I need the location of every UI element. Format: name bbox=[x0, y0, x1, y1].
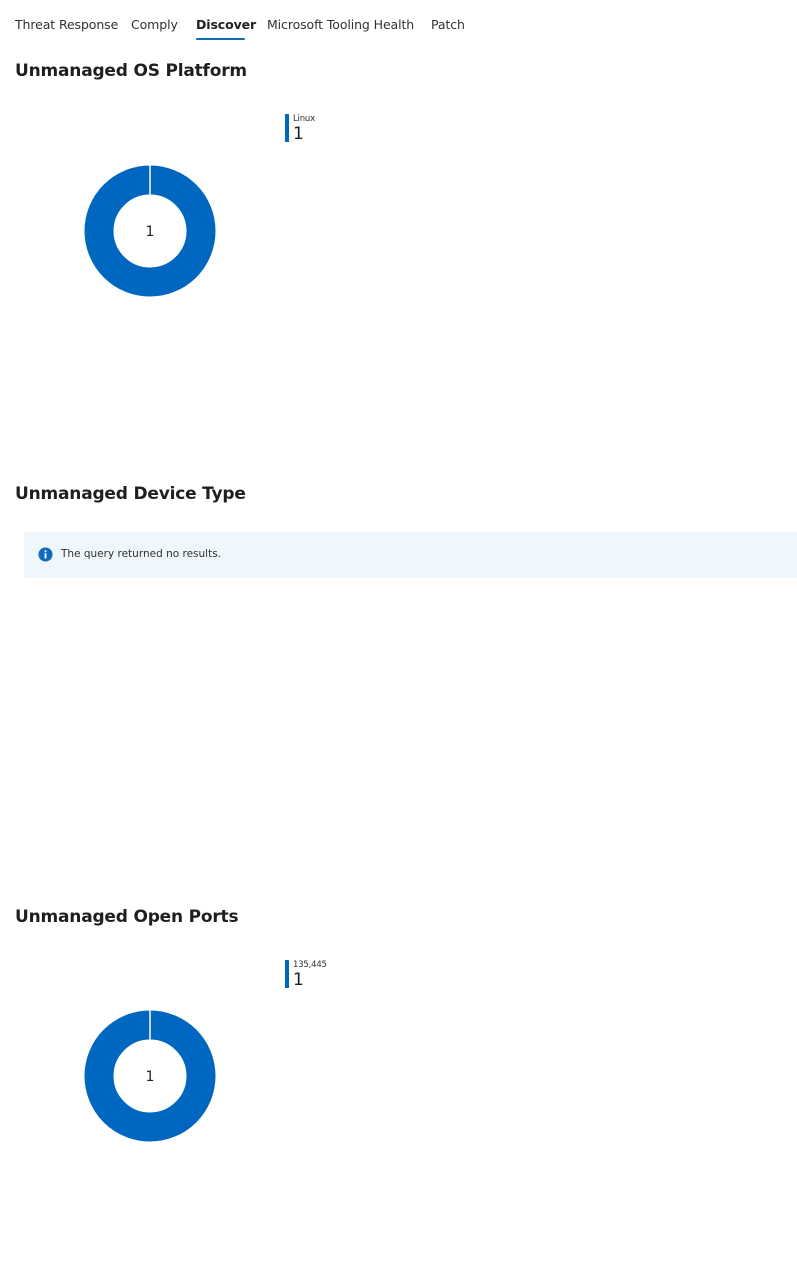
no-results-message-text: The query returned no results. bbox=[61, 548, 222, 560]
os-platform-legend-swatch bbox=[285, 114, 289, 142]
tab-patch[interactable]: Patch bbox=[431, 17, 465, 32]
os-platform-donut-chart: 1 bbox=[84, 165, 216, 297]
open-ports-title: Unmanaged Open Ports bbox=[15, 907, 239, 927]
os-platform-donut-center-label: 1 bbox=[146, 224, 155, 240]
tab-microsoft-tooling-health[interactable]: Microsoft Tooling Health bbox=[267, 17, 414, 32]
no-results-message-bar: The query returned no results. bbox=[24, 532, 797, 578]
tab-comply[interactable]: Comply bbox=[131, 17, 178, 32]
info-icon bbox=[38, 547, 53, 562]
tab-threat-response[interactable]: Threat Response bbox=[15, 17, 118, 32]
os-platform-title: Unmanaged OS Platform bbox=[15, 61, 247, 81]
open-ports-donut-center-label: 1 bbox=[146, 1069, 155, 1085]
tab-bar: Threat Response Comply Discover Microsof… bbox=[0, 0, 797, 44]
device-type-title: Unmanaged Device Type bbox=[15, 484, 246, 504]
os-platform-legend-value: 1 bbox=[293, 124, 304, 144]
open-ports-legend-value: 1 bbox=[293, 970, 304, 990]
os-platform-legend-label[interactable]: Linux bbox=[293, 114, 315, 124]
tab-discover[interactable]: Discover bbox=[196, 17, 256, 32]
open-ports-legend-swatch bbox=[285, 960, 289, 988]
open-ports-donut-chart: 1 bbox=[84, 1010, 216, 1142]
open-ports-legend-label[interactable]: 135,445 bbox=[293, 960, 327, 970]
active-tab-indicator bbox=[196, 38, 245, 40]
